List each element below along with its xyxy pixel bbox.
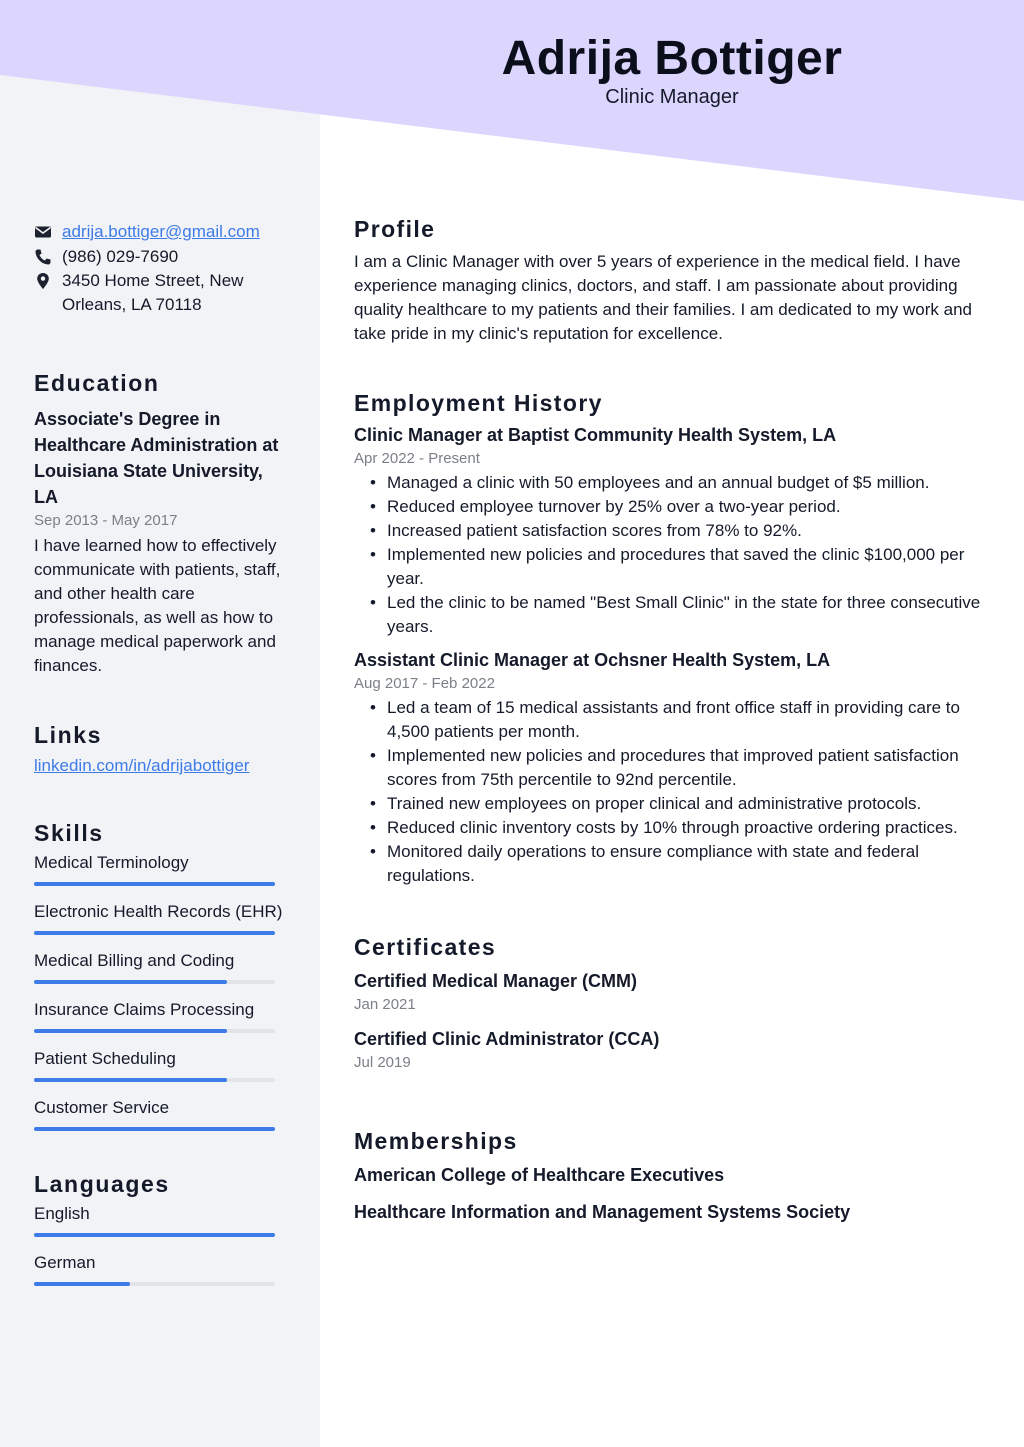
language-item-level-bar xyxy=(34,1282,275,1286)
skill-item-level-fill xyxy=(34,931,275,935)
candidate-role: Clinic Manager xyxy=(605,86,739,108)
skill-item-name: Medical Billing and Coding xyxy=(34,951,235,970)
skill-item-level-fill xyxy=(34,1029,227,1033)
profile-text: I am a Clinic Manager with over 5 years … xyxy=(354,252,972,343)
language-item-name: German xyxy=(34,1253,96,1272)
job-bullet: Led a team of 15 medical assistants and … xyxy=(354,696,990,744)
skill-item-level-bar xyxy=(34,882,275,886)
job-bullet: Led the clinic to be named "Best Small C… xyxy=(354,591,990,639)
skill-item-name: Customer Service xyxy=(34,1098,170,1117)
certificate-date: Jan 2021 xyxy=(354,996,416,1013)
skill-item-name: Insurance Claims Processing xyxy=(34,1000,255,1019)
education-description: I have learned how to effectively commun… xyxy=(34,536,281,675)
main-content: Profile I am a Clinic Manager with over … xyxy=(354,212,990,1236)
language-item: English xyxy=(34,1203,286,1237)
job-title: Assistant Clinic Manager at Ochsner Heal… xyxy=(354,650,831,670)
skill-item-name: Medical Terminology xyxy=(34,853,189,872)
sidebar: adrija.bottiger@gmail.com (986) 029-7690… xyxy=(34,220,286,1301)
memberships-section: Memberships American College of Healthca… xyxy=(354,1124,990,1225)
skills-heading: Skills xyxy=(34,820,104,846)
skill-item-name: Electronic Health Records (EHR) xyxy=(34,902,283,921)
membership-item: American College of Healthcare Executive… xyxy=(354,1165,725,1185)
languages-heading: Languages xyxy=(34,1171,170,1197)
job-bullet: Reduced employee turnover by 25% over a … xyxy=(354,495,990,519)
profile-heading: Profile xyxy=(354,216,436,242)
email-link[interactable]: adrija.bottiger@gmail.com xyxy=(62,220,260,244)
phone-icon xyxy=(34,248,52,266)
education-title: Associate's Degree in Healthcare Adminis… xyxy=(34,409,279,507)
address-text: 3450 Home Street, New Orleans, LA 70118 xyxy=(62,271,244,314)
linkedin-link[interactable]: linkedin.com/in/adrijabottiger xyxy=(34,754,286,778)
language-item-level-fill xyxy=(34,1282,131,1286)
contact-phone: (986) 029-7690 xyxy=(34,245,286,269)
skill-item-level-bar xyxy=(34,931,275,935)
languages-section: Languages English German xyxy=(34,1169,286,1286)
skill-item-level-bar xyxy=(34,980,275,984)
skill-item-level-bar xyxy=(34,1127,275,1131)
education-heading: Education xyxy=(34,370,160,396)
skill-item-level-fill xyxy=(34,1078,227,1082)
job-entry: Clinic Manager at Baptist Community Heal… xyxy=(354,422,990,639)
contact-email: adrija.bottiger@gmail.com xyxy=(34,220,286,244)
skill-item-level-fill xyxy=(34,980,227,984)
candidate-name: Adrija Bottiger xyxy=(501,32,843,85)
job-bullet: Implemented new policies and procedures … xyxy=(354,744,990,792)
language-item-name: English xyxy=(34,1204,90,1223)
envelope-icon xyxy=(34,223,52,241)
contact-info: adrija.bottiger@gmail.com (986) 029-7690… xyxy=(34,220,286,316)
employment-section: Employment History Clinic Manager at Bap… xyxy=(354,386,990,888)
certificate-item: Certified Medical Manager (CMM) Jan 2021 xyxy=(354,968,990,1016)
job-bullet: Implemented new policies and procedures … xyxy=(354,543,990,591)
language-item-level-bar xyxy=(34,1233,275,1237)
memberships-heading: Memberships xyxy=(354,1128,518,1154)
skill-item-name: Patient Scheduling xyxy=(34,1049,176,1068)
profile-section: Profile I am a Clinic Manager with over … xyxy=(354,212,990,346)
job-entry: Assistant Clinic Manager at Ochsner Heal… xyxy=(354,647,990,888)
map-pin-icon xyxy=(34,272,52,290)
job-bullet: Monitored daily operations to ensure com… xyxy=(354,840,990,888)
phone-number: (986) 029-7690 xyxy=(62,246,179,266)
certificate-date: Jul 2019 xyxy=(354,1054,411,1071)
job-title: Clinic Manager at Baptist Community Heal… xyxy=(354,425,837,445)
contact-address: 3450 Home Street, New Orleans, LA 70118 xyxy=(34,269,286,316)
certificate-title: Certified Medical Manager (CMM) xyxy=(354,971,638,991)
certificate-title: Certified Clinic Administrator (CCA) xyxy=(354,1029,660,1049)
job-bullet: Trained new employees on proper clinical… xyxy=(354,792,990,816)
job-bullets: Led a team of 15 medical assistants and … xyxy=(354,696,990,888)
language-item: German xyxy=(34,1252,286,1286)
skill-item: Medical Terminology xyxy=(34,852,286,886)
links-heading: Links xyxy=(34,722,103,748)
skill-item: Customer Service xyxy=(34,1097,286,1131)
skill-item-level-bar xyxy=(34,1029,275,1033)
job-dates: Apr 2022 - Present xyxy=(354,450,480,467)
language-item-level-fill xyxy=(34,1233,275,1237)
skill-item: Medical Billing and Coding xyxy=(34,950,286,984)
skill-item-level-fill xyxy=(34,1127,275,1131)
skill-item-level-fill xyxy=(34,882,275,886)
job-dates: Aug 2017 - Feb 2022 xyxy=(354,675,495,692)
certificates-heading: Certificates xyxy=(354,934,497,960)
job-bullet: Managed a clinic with 50 employees and a… xyxy=(354,471,990,495)
education-dates: Sep 2013 - May 2017 xyxy=(34,512,178,529)
education-section: Education Associate's Degree in Healthca… xyxy=(34,368,286,678)
employment-heading: Employment History xyxy=(354,390,603,416)
membership-item: Healthcare Information and Management Sy… xyxy=(354,1202,851,1222)
certificates-section: Certificates Certified Medical Manager (… xyxy=(354,930,990,1074)
certificate-item: Certified Clinic Administrator (CCA) Jul … xyxy=(354,1026,990,1074)
skill-item: Patient Scheduling xyxy=(34,1048,286,1082)
job-bullets: Managed a clinic with 50 employees and a… xyxy=(354,471,990,639)
skills-section: Skills Medical Terminology Electronic Hea… xyxy=(34,818,286,1131)
links-section: Links linkedin.com/in/adrijabottiger xyxy=(34,720,286,778)
job-bullet: Reduced clinic inventory costs by 10% th… xyxy=(354,816,990,840)
skill-item: Insurance Claims Processing xyxy=(34,999,286,1033)
job-bullet: Increased patient satisfaction scores fr… xyxy=(354,519,990,543)
skill-item: Electronic Health Records (EHR) xyxy=(34,901,286,935)
skill-item-level-bar xyxy=(34,1078,275,1082)
